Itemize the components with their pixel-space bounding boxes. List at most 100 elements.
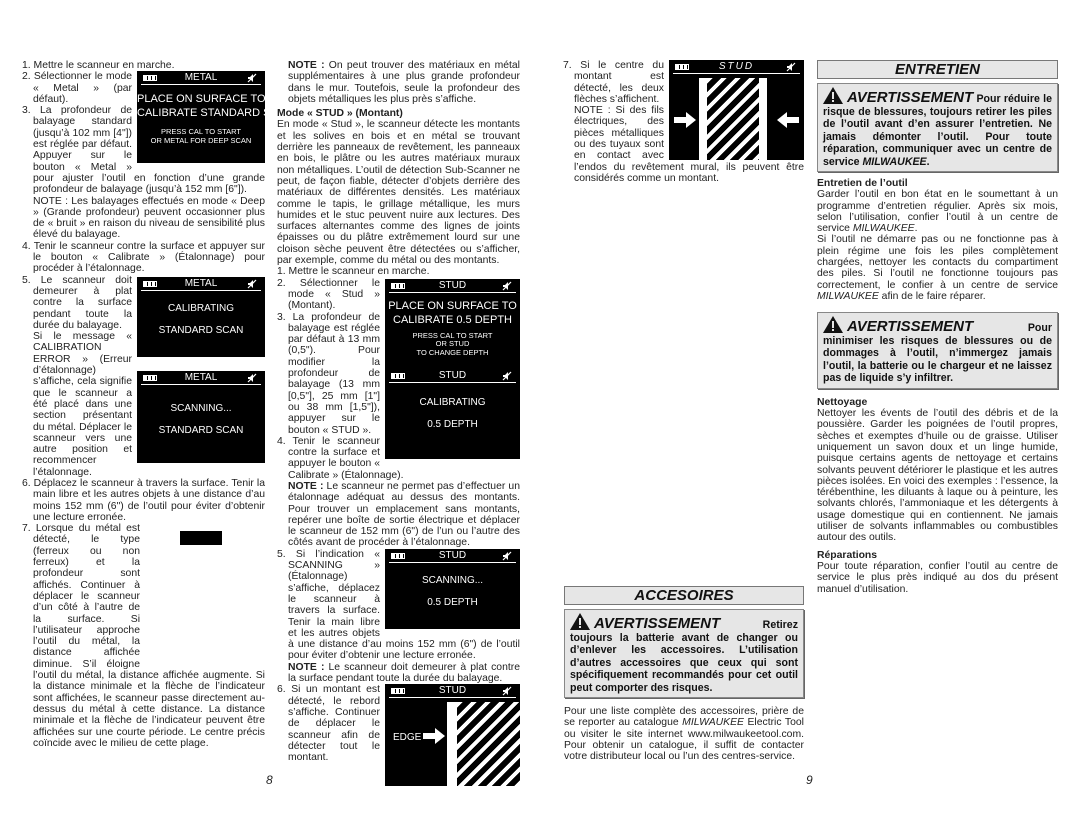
note-label: NOTE :	[288, 60, 325, 71]
edge-label: EDGE	[393, 732, 422, 744]
stud-edge-right	[759, 78, 767, 160]
speaker-icon	[247, 279, 257, 289]
left-column-1: 1. Mettre le scanneur en marche. METAL P…	[22, 60, 265, 749]
screen-line: STANDARD SCAN	[158, 324, 244, 336]
battery-icon	[143, 374, 157, 381]
brand-name: MILWAUKEE	[682, 717, 744, 729]
arrow-left-icon	[777, 112, 799, 128]
screen-title: METAL	[184, 72, 218, 84]
brand-name: MILWAUKEE	[862, 155, 927, 168]
screen-title: STUD	[438, 549, 467, 561]
screen-line: 0.5 DEPTH	[427, 596, 478, 608]
text: Si l’outil ne démarre pas ou ne fonction…	[817, 234, 1058, 291]
cleaning-paragraph: Nettoyer les évents de l’outil des débri…	[817, 408, 1058, 544]
brand-name: MILWAUKEE	[817, 290, 879, 302]
stud-edge-bar	[447, 702, 457, 787]
display-stud-center: STUD	[669, 60, 804, 160]
text: .	[914, 223, 918, 235]
right-column-1: STUD 7. Si le centre du montant est déte…	[563, 60, 804, 184]
page-number: 9	[806, 773, 813, 787]
screen-title: STUD	[438, 369, 467, 381]
display-stud-scanning: STUD SCANNING... 0.5 DEPTH	[385, 548, 520, 629]
stud-step-1: 1. Mettre le scanneur en marche.	[277, 266, 430, 278]
speaker-icon	[786, 62, 796, 72]
note-label: NOTE :	[288, 661, 325, 673]
screen-title: STUD	[438, 279, 467, 291]
brand-name: MILWAUKEE	[852, 223, 915, 235]
note-deep: NOTE : Les balayages effectués en mode «…	[33, 195, 265, 241]
battery-icon	[675, 64, 689, 70]
maintenance-warning: AVERTISSEMENT Pour réduire le risque de …	[817, 83, 1058, 172]
speaker-icon	[502, 686, 512, 696]
page-number: 8	[266, 773, 273, 787]
step-6: 6. Déplacez le scanneur à travers la sur…	[22, 477, 265, 523]
screen-line: CALIBRATING	[168, 302, 234, 314]
warning-triangle-icon	[823, 87, 843, 104]
heading-cleaning: Nettoyage	[817, 396, 868, 408]
screen-hint: OR METAL FOR DEEP SCAN	[150, 135, 252, 145]
maintenance-heading: ENTRETIEN	[817, 60, 1058, 79]
screen-line: SCANNING...	[421, 574, 484, 586]
screen-title: METAL	[184, 371, 218, 383]
battery-icon	[391, 372, 405, 379]
repairs-paragraph: Pour toute réparation, confier l’outil a…	[817, 560, 1058, 595]
text: afin de le faire réparer.	[878, 290, 986, 302]
display-placeholder	[145, 523, 265, 663]
accessories-section: ACCESOIRES AVERTISSEMENT Retirez toujour…	[564, 586, 804, 762]
text: .	[926, 155, 930, 168]
screen-title: STUD	[718, 61, 755, 72]
warning-triangle-icon	[570, 613, 590, 630]
display-stud-place-on-surface: STUD PLACE ON SURFACE TO CALIBRATE 0.5 D…	[385, 278, 520, 369]
screen-line: CALIBRATE 0.5 DEPTH	[393, 313, 512, 326]
screen-line: 0.5 DEPTH	[427, 418, 478, 430]
screen-line: CALIBRATING	[419, 396, 486, 408]
heading-repairs: Réparations	[817, 549, 878, 561]
stud-pattern	[707, 78, 759, 160]
stud-intro: En mode « Stud », le scanneur détecte le…	[277, 119, 520, 267]
accessories-warning: AVERTISSEMENT Retirez toujours la batter…	[564, 609, 804, 698]
speaker-icon	[247, 73, 257, 83]
note-text: Le scanneur ne permet pas d’effectuer un…	[288, 480, 520, 549]
screen-line: PLACE ON SURFACE TO	[137, 93, 265, 106]
screen-title: METAL	[184, 277, 218, 289]
display-metal-scanning: METAL SCANNING... STANDARD SCAN	[137, 370, 265, 463]
display-metal-calibrating: METAL CALIBRATING STANDARD SCAN	[137, 276, 265, 357]
battery-icon	[391, 282, 405, 289]
warning-word: AVERTISSEMENT	[847, 318, 974, 336]
battery-icon	[143, 75, 157, 82]
screen-title: STUD	[438, 685, 467, 697]
warning-word: AVERTISSEMENT	[847, 89, 974, 106]
screen-line: CALIBRATE STANDARD SCAN	[137, 107, 265, 120]
blank-display	[180, 531, 222, 546]
battery-icon	[391, 688, 405, 695]
left-column-2: NOTE : On peut trouver des matériaux en …	[277, 60, 520, 787]
speaker-icon	[502, 371, 512, 381]
arrow-right-icon	[674, 112, 696, 128]
display-stud-calibrating: STUD CALIBRATING 0.5 DEPTH	[385, 368, 520, 459]
stud-edge-left	[699, 78, 707, 160]
maintenance-section: ENTRETIEN AVERTISSEMENT Pour réduire le …	[817, 60, 1058, 595]
accessories-heading: ACCESOIRES	[564, 586, 804, 605]
speaker-icon	[502, 551, 512, 561]
screen-line: SCANNING...	[170, 402, 232, 414]
heading-tool-maintenance: Entretien de l’outil	[817, 178, 908, 189]
warning-triangle-icon	[823, 316, 843, 333]
speaker-icon	[502, 281, 512, 291]
speaker-icon	[247, 373, 257, 383]
immersion-warning: AVERTISSEMENT Pour minimiser les risques…	[817, 312, 1058, 389]
display-metal-place-on-surface: METAL PLACE ON SURFACE TO CALIBRATE STAN…	[137, 71, 265, 164]
screen-line: PLACE ON SURFACE TO	[388, 299, 517, 312]
section-heading-stud: Mode « STUD » (Montant)	[277, 108, 403, 120]
battery-icon	[391, 552, 405, 559]
display-stud-edge: STUD EDGE	[385, 684, 520, 787]
screen-line: STANDARD SCAN	[158, 424, 244, 436]
screen-hint: TO CHANGE DEPTH	[416, 347, 489, 357]
stud-pattern	[457, 702, 520, 787]
step-4: 4. Tenir le scanneur contre la surface e…	[22, 240, 265, 275]
arrow-right-icon	[423, 728, 445, 745]
step-1: 1. Mettre le scanneur en marche.	[22, 60, 175, 71]
accessories-paragraph: Pour une liste complète des accessoires,…	[564, 706, 804, 762]
note-label: NOTE :	[288, 480, 324, 492]
battery-icon	[143, 280, 157, 287]
warning-word: AVERTISSEMENT	[594, 615, 721, 632]
